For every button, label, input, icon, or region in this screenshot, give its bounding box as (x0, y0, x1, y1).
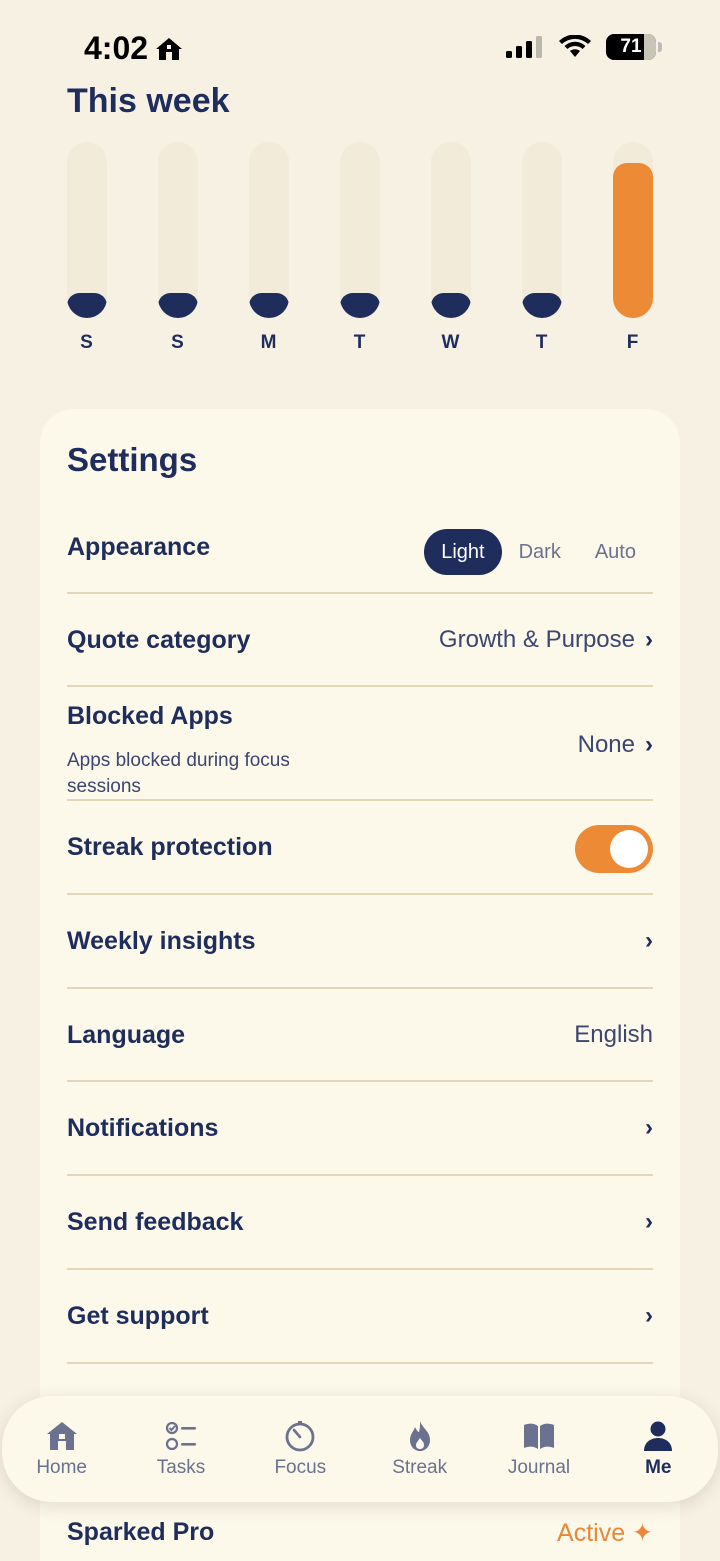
chevron-right-icon: › (645, 1114, 653, 1141)
day-bar-track (67, 142, 107, 318)
quote-category-value: Growth & Purpose › (439, 626, 653, 654)
tab-streak[interactable]: Streak (360, 1419, 479, 1479)
get-support-label: Get support (67, 1302, 209, 1330)
tab-streak-label: Streak (392, 1457, 448, 1478)
day-label: W (441, 332, 461, 353)
sparked-pro-status: Active ✦ (557, 1519, 653, 1547)
day-label: M (260, 332, 278, 353)
blocked-apps-text: None (577, 731, 635, 758)
chevron-right-icon: › (645, 927, 653, 954)
language-label: Language (67, 1021, 186, 1049)
tab-tasks-label: Tasks (156, 1457, 206, 1478)
send-feedback-label: Send feedback (67, 1208, 244, 1236)
week-title: This week (67, 82, 230, 120)
notifications-row[interactable]: Notifications › (67, 1082, 653, 1176)
get-support-value: › (645, 1302, 653, 1330)
day-bar-track (158, 142, 198, 318)
blocked-apps-row[interactable]: Blocked Apps Apps blocked during focus s… (67, 687, 653, 801)
day-bar-fill (431, 293, 471, 318)
appearance-dark-option[interactable]: Dark (502, 529, 578, 575)
blocked-apps-value: None › (578, 731, 653, 759)
streak-protection-row: Streak protection (67, 801, 653, 895)
get-support-row[interactable]: Get support › (67, 1270, 653, 1364)
tab-me-label: Me (645, 1457, 672, 1478)
day-bar-fill (613, 163, 653, 318)
week-chart: SSMTWTF (67, 142, 653, 362)
notifications-label: Notifications (67, 1114, 219, 1142)
tasks-icon (165, 1421, 196, 1451)
day-bar-fill (158, 293, 198, 318)
sparked-pro-row[interactable]: Sparked Pro Active ✦ (67, 1514, 653, 1554)
weekly-insights-row[interactable]: Weekly insights › (67, 895, 653, 989)
toggle-knob (610, 830, 648, 868)
chevron-right-icon: › (645, 626, 653, 653)
chevron-right-icon: › (645, 731, 653, 758)
tab-focus-label: Focus (274, 1457, 327, 1478)
wifi-icon (559, 35, 591, 57)
language-text: English (574, 1021, 653, 1048)
day-bar-track (613, 142, 653, 318)
tab-home-label: Home (36, 1457, 87, 1478)
language-value: English (574, 1021, 653, 1049)
quote-category-label: Quote category (67, 626, 251, 654)
language-row[interactable]: Language English (67, 989, 653, 1082)
tab-tasks[interactable]: Tasks (121, 1419, 240, 1479)
sparked-pro-label: Sparked Pro (67, 1518, 215, 1546)
chevron-right-icon: › (645, 1302, 653, 1329)
appearance-light-option[interactable]: Light (424, 529, 502, 575)
status-bar: 4:02 71 (0, 0, 720, 90)
tab-journal-label: Journal (507, 1457, 571, 1478)
day-label: T (353, 332, 367, 353)
status-icons: 71 (506, 34, 662, 60)
weekly-insights-value: › (645, 927, 653, 955)
book-icon (523, 1423, 554, 1449)
flame-icon (409, 1421, 430, 1451)
send-feedback-value: › (645, 1208, 653, 1236)
blocked-apps-label: Blocked Apps (67, 702, 233, 730)
person-icon (644, 1421, 673, 1451)
streak-protection-label: Streak protection (67, 833, 273, 861)
quote-category-text: Growth & Purpose (438, 626, 635, 653)
signal-icon (506, 36, 542, 58)
day-bar-fill (249, 293, 289, 318)
status-time: 4:02 (84, 30, 184, 67)
notifications-value: › (645, 1114, 653, 1142)
weekly-insights-label: Weekly insights (67, 927, 256, 955)
tab-me[interactable]: Me (599, 1419, 718, 1479)
day-label: F (626, 332, 640, 353)
day-bar-track (522, 142, 562, 318)
appearance-row: Appearance Light Dark Auto (67, 503, 653, 594)
battery-level: 71 (620, 36, 642, 57)
timer-icon (285, 1421, 315, 1452)
settings-card: Settings Appearance Light Dark Auto Quot… (40, 409, 680, 1561)
tab-journal[interactable]: Journal (479, 1419, 598, 1479)
clock-text: 4:02 (84, 30, 149, 66)
battery-indicator: 71 (606, 34, 662, 60)
day-bar-fill (67, 293, 107, 318)
tab-bar: Home Tasks Focus Streak Journal Me (2, 1396, 718, 1502)
day-label: S (171, 332, 185, 353)
day-bar-track (340, 142, 380, 318)
appearance-label: Appearance (67, 533, 211, 561)
day-bar-fill (522, 293, 562, 318)
tab-home[interactable]: Home (2, 1419, 121, 1479)
day-label: T (535, 332, 549, 353)
streak-protection-toggle[interactable] (575, 825, 653, 873)
home-status-icon (156, 37, 183, 60)
home-icon (46, 1422, 77, 1450)
chevron-right-icon: › (645, 1208, 653, 1235)
day-bar-track (431, 142, 471, 318)
settings-title: Settings (67, 441, 198, 478)
day-label: S (80, 332, 94, 353)
day-bar-track (249, 142, 289, 318)
day-bar-fill (340, 293, 380, 318)
quote-category-row[interactable]: Quote category Growth & Purpose › (67, 594, 653, 687)
appearance-auto-option[interactable]: Auto (578, 529, 653, 575)
blocked-apps-description: Apps blocked during focus sessions (67, 750, 290, 797)
appearance-segmented-control: Light Dark Auto (424, 529, 653, 575)
send-feedback-row[interactable]: Send feedback › (67, 1176, 653, 1270)
tab-focus[interactable]: Focus (241, 1419, 360, 1479)
